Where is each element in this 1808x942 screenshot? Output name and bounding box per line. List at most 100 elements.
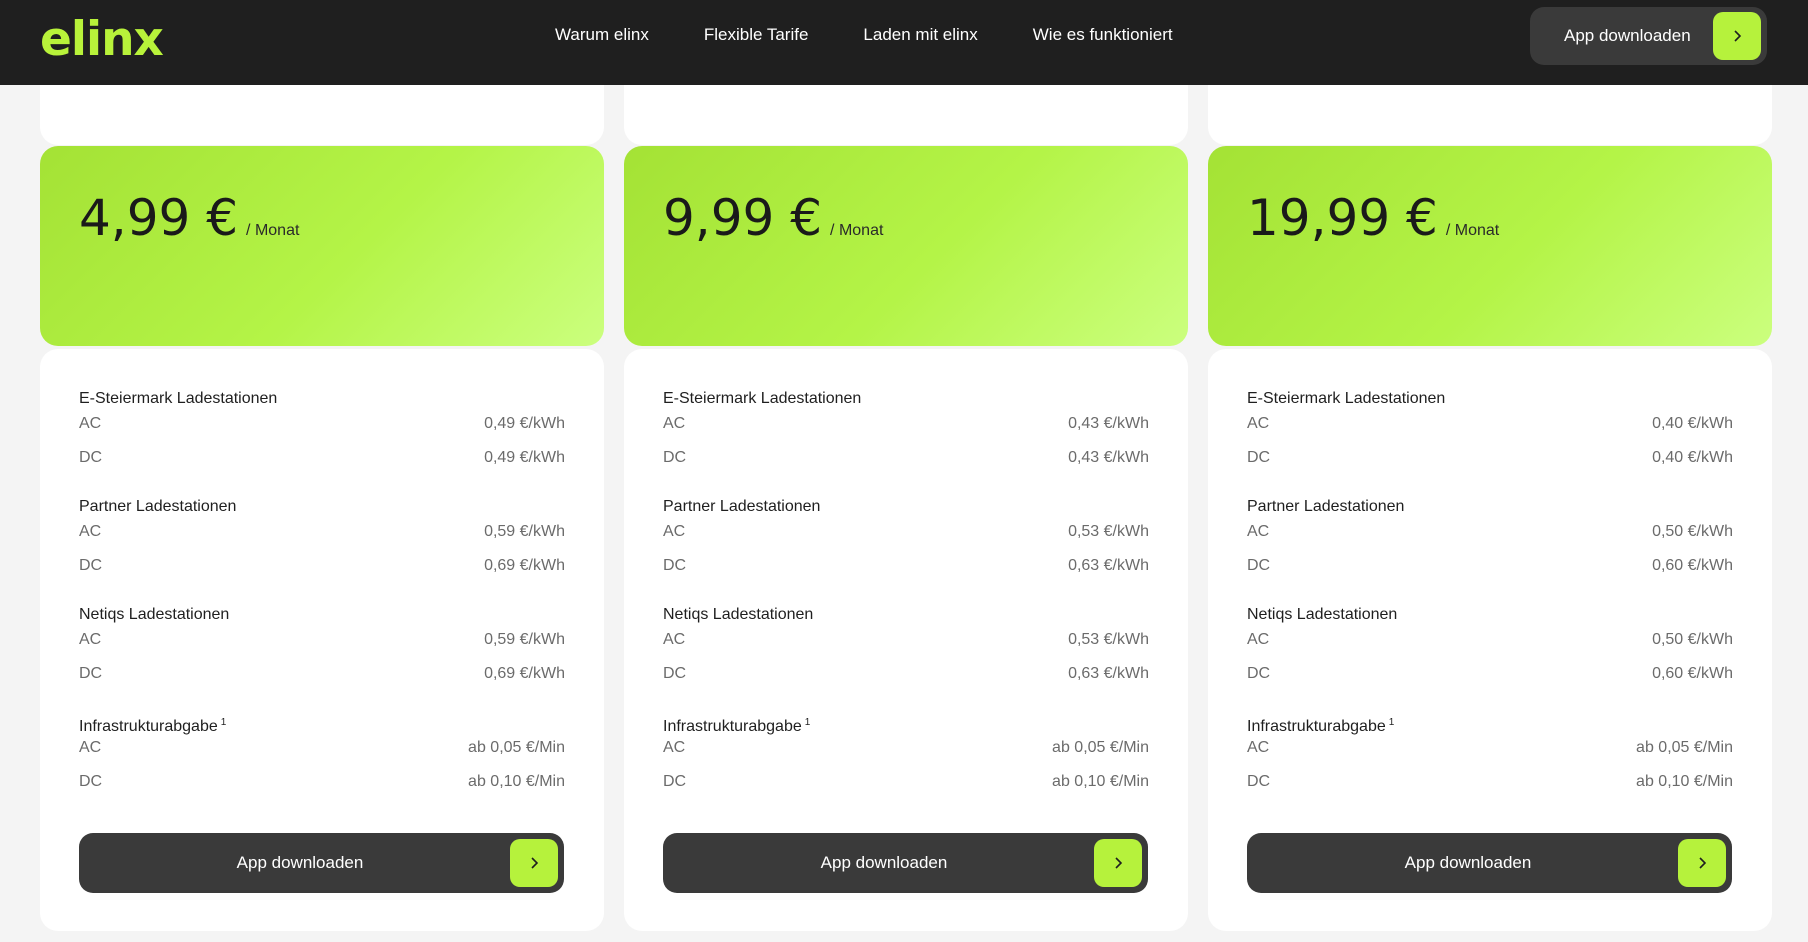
tariff-row-label: DC <box>663 449 687 466</box>
tariff-row-label: DC <box>1247 773 1271 790</box>
tariff-group-title-text: Partner Ladestationen <box>663 498 821 515</box>
tariff-group-title-text: E-Steiermark Ladestationen <box>1247 390 1446 407</box>
tariff-row-label: DC <box>663 557 687 574</box>
app-download-label: App downloaden <box>236 853 364 872</box>
tariff-row-price: 0,40 €/kWh <box>1652 415 1733 432</box>
tariff-row-label: AC <box>79 523 102 540</box>
tariff-row-label: AC <box>663 415 686 432</box>
tariff-row-label: DC <box>79 773 103 790</box>
nav-warum-elinx[interactable]: Warum elinx <box>555 24 649 46</box>
tariff-details: E-Steiermark Ladestationen AC 0,40 €/kWh DC… <box>1208 349 1772 931</box>
tariff-row-label: DC <box>79 557 103 574</box>
tariff-group-title-text: E-Steiermark Ladestationen <box>79 390 278 407</box>
header-app-download-button[interactable]: App downloaden <box>1530 7 1767 65</box>
tariff-group-title-text: Netiqs Ladestationen <box>663 606 814 623</box>
elinx-logo[interactable]: elinx <box>40 12 164 68</box>
tariff-row-label: AC <box>79 631 102 648</box>
tariff-row-price: ab 0,10 €/Min <box>468 773 565 790</box>
tariff-row-price: 0,43 €/kWh <box>1068 415 1149 432</box>
tariff-row-price: 0,53 €/kWh <box>1068 631 1149 648</box>
nav-flexible-tarife[interactable]: Flexible Tarife <box>704 24 809 46</box>
footnote-marker: 1 <box>220 717 227 728</box>
price-amount: 4,99 € <box>79 189 239 247</box>
tariff-row-price: ab 0,05 €/Min <box>1052 739 1149 756</box>
tariff-row-price: 0,59 €/kWh <box>484 631 565 648</box>
nav-wie-es-funktioniert[interactable]: Wie es funktioniert <box>1033 24 1173 46</box>
tariff-group-title: E-Steiermark Ladestationen <box>1247 389 1445 409</box>
app-download-button[interactable]: App downloaden <box>79 833 564 893</box>
tariff-group-title: E-Steiermark Ladestationen <box>663 389 861 409</box>
tariff-group-title: Infrastrukturabgabe 1 <box>79 713 226 737</box>
price-panel: 19,99 € / Monat <box>1208 146 1772 346</box>
tariff-row-label: AC <box>663 523 686 540</box>
tariff-row-price: 0,53 €/kWh <box>1068 523 1149 540</box>
app-download-button[interactable]: App downloaden <box>663 833 1148 893</box>
site-header: elinx Warum elinx Flexible Tarife Laden … <box>0 0 1808 85</box>
tariff-group-title: Partner Ladestationen <box>79 497 236 517</box>
app-download-label: App downloaden <box>820 853 948 872</box>
price-amount: 9,99 € <box>663 189 823 247</box>
tariff-group-title: Partner Ladestationen <box>1247 497 1404 517</box>
tariff-row-label: DC <box>79 665 103 682</box>
tariff-row-price: ab 0,05 €/Min <box>468 739 565 756</box>
tariff-group-title-text: Partner Ladestationen <box>1247 498 1405 515</box>
chevron-right-icon <box>1094 839 1142 887</box>
chevron-right-icon <box>1713 12 1761 60</box>
app-download-button[interactable]: App downloaden <box>1247 833 1732 893</box>
tariff-row-price: ab 0,10 €/Min <box>1636 773 1733 790</box>
nav-laden-mit-elinx[interactable]: Laden mit elinx <box>863 24 977 46</box>
tariff-row-label: DC <box>1247 449 1271 466</box>
tariff-group-title: Infrastrukturabgabe 1 <box>663 713 810 737</box>
tariff-row-price: 0,49 €/kWh <box>484 449 565 466</box>
price-period: / Monat <box>246 222 300 239</box>
tariff-row-price: 0,60 €/kWh <box>1652 665 1733 682</box>
tariff-group-title: E-Steiermark Ladestationen <box>79 389 277 409</box>
tariff-group-title-text: Netiqs Ladestationen <box>79 606 230 623</box>
price-panel: 9,99 € / Monat <box>624 146 1188 346</box>
chevron-right-icon <box>1678 839 1726 887</box>
tariff-group-title-text: Partner Ladestationen <box>79 498 237 515</box>
tariff-row-label: AC <box>1247 415 1270 432</box>
tariff-row-label: DC <box>1247 665 1271 682</box>
tariff-row-label: DC <box>1247 557 1271 574</box>
tariff-group-title: Netiqs Ladestationen <box>79 605 229 625</box>
tariff-row-label: DC <box>79 449 103 466</box>
tariff-row-price: 0,50 €/kWh <box>1652 523 1733 540</box>
tariff-row-price: ab 0,10 €/Min <box>1052 773 1149 790</box>
tariff-row-price: 0,63 €/kWh <box>1068 557 1149 574</box>
price-period: / Monat <box>830 222 884 239</box>
tariff-row-label: DC <box>663 665 687 682</box>
price-amount: 19,99 € <box>1247 189 1438 247</box>
footnote-marker: 1 <box>1388 717 1395 728</box>
tariff-row-label: AC <box>1247 631 1270 648</box>
tariff-group-title-text: Infrastrukturabgabe <box>1247 718 1386 735</box>
price-period: / Monat <box>1445 222 1500 239</box>
tariff-row-price: 0,63 €/kWh <box>1068 665 1149 682</box>
tariff-details: E-Steiermark Ladestationen AC 0,43 €/kWh DC… <box>624 349 1188 931</box>
tariff-row-label: AC <box>79 415 102 432</box>
tariff-group-title-text: Infrastrukturabgabe <box>79 718 218 735</box>
tariff-row-price: 0,69 €/kWh <box>484 557 565 574</box>
tariff-row-price: 0,49 €/kWh <box>484 415 565 432</box>
tariff-row-price: 0,69 €/kWh <box>484 665 565 682</box>
price-panel: 4,99 € / Monat <box>40 146 604 346</box>
tariff-row-label: AC <box>79 739 102 756</box>
tariff-row-price: 0,43 €/kWh <box>1068 449 1149 466</box>
main-nav: Warum elinx Flexible Tarife Laden mit el… <box>555 24 1173 46</box>
tariff-row-price: 0,59 €/kWh <box>484 523 565 540</box>
tariff-group-title-text: Infrastrukturabgabe <box>663 718 802 735</box>
app-download-label: App downloaden <box>1404 853 1532 872</box>
tariff-row-label: AC <box>663 631 686 648</box>
footnote-marker: 1 <box>804 717 811 728</box>
tariff-group-title-text: E-Steiermark Ladestationen <box>663 390 862 407</box>
tariff-row-price: 0,60 €/kWh <box>1652 557 1733 574</box>
tariff-row-price: 0,40 €/kWh <box>1652 449 1733 466</box>
tariff-row-label: AC <box>1247 739 1270 756</box>
tariff-row-label: AC <box>1247 523 1270 540</box>
tariff-group-title: Infrastrukturabgabe 1 <box>1247 713 1394 737</box>
header-app-download-label: App downloaden <box>1564 26 1691 45</box>
tariff-details: E-Steiermark Ladestationen AC 0,49 €/kWh DC… <box>40 349 604 931</box>
tariff-group-title: Netiqs Ladestationen <box>1247 605 1397 625</box>
tariff-row-price: ab 0,05 €/Min <box>1636 739 1733 756</box>
tariff-row-label: DC <box>663 773 687 790</box>
